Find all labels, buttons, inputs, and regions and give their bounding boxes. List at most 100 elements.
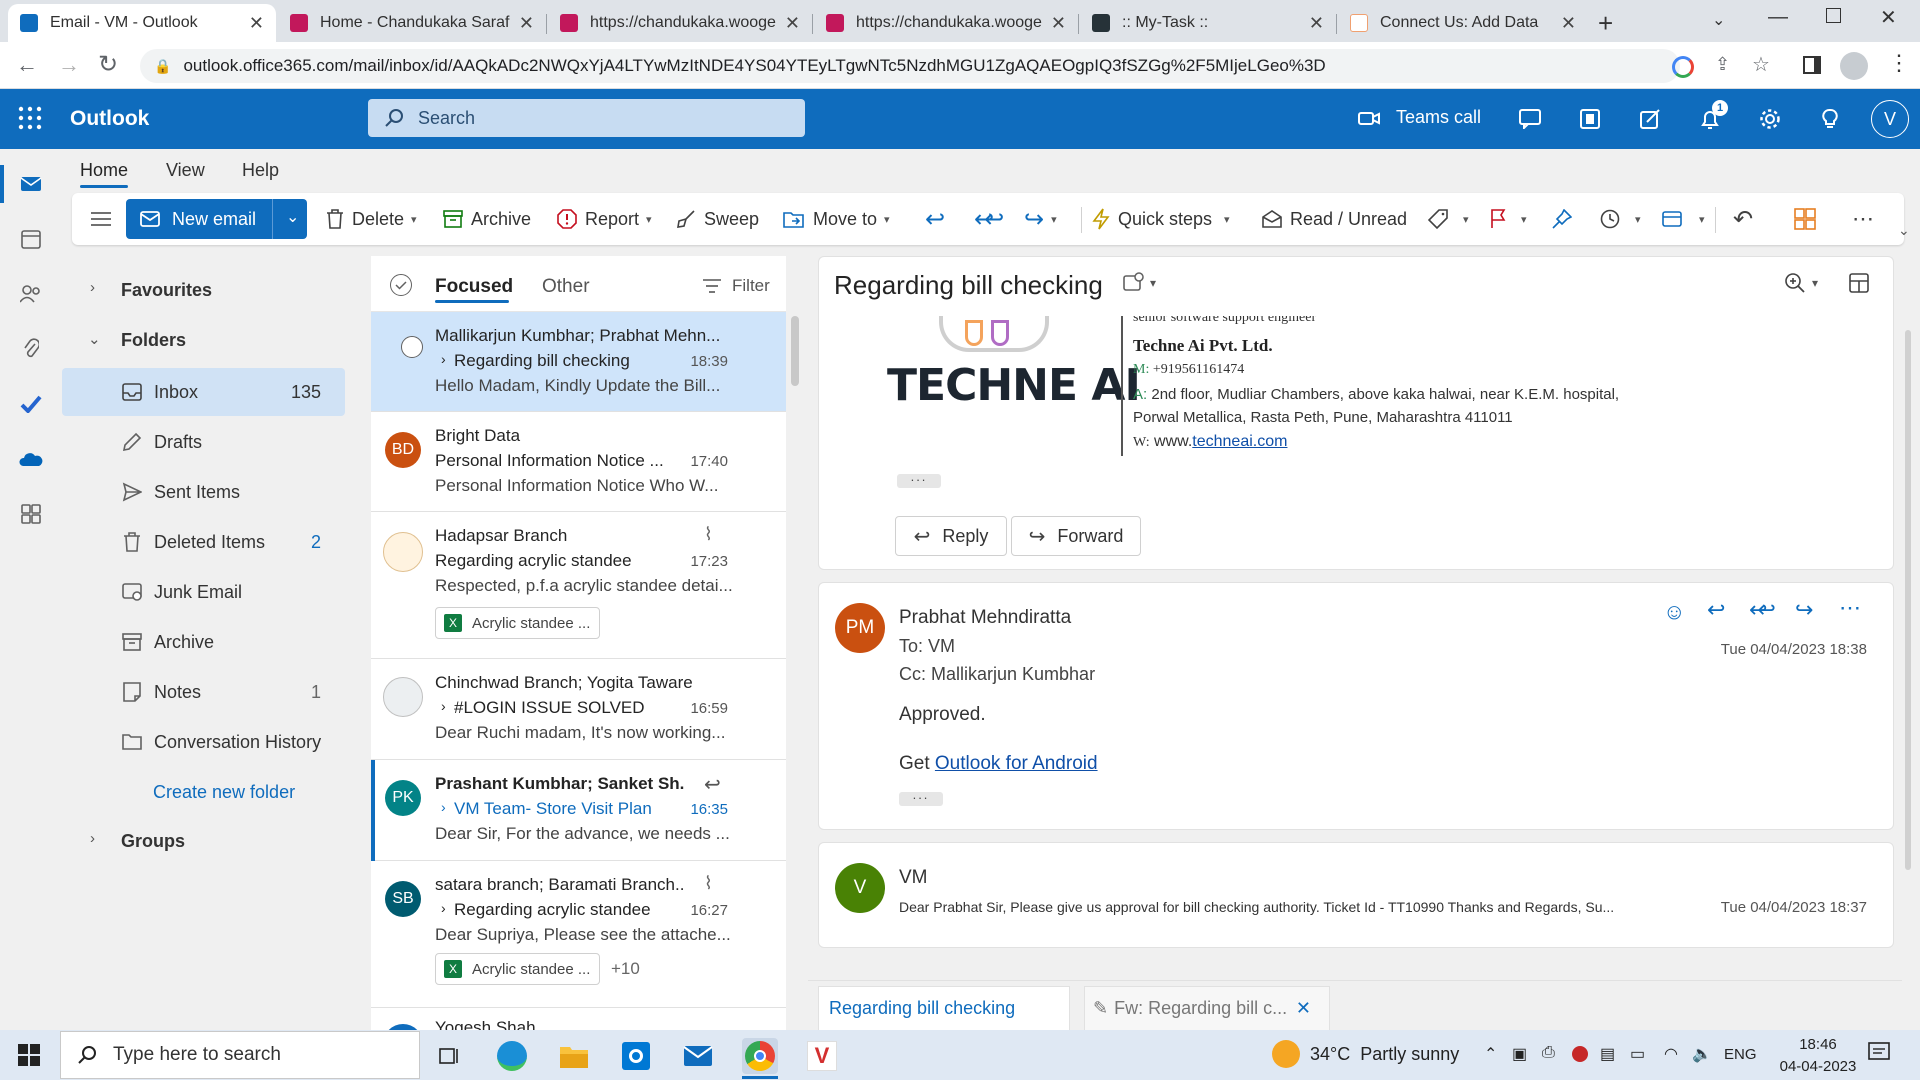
tab-focused[interactable]: Focused [435, 276, 513, 298]
taskbar-search-input[interactable]: Type here to search [60, 1031, 420, 1079]
browser-tab-outlook[interactable]: Email - VM - Outlook ✕ [8, 4, 276, 42]
add-ins-icon[interactable] [1794, 196, 1824, 242]
outlook-android-link[interactable]: Outlook for Android [935, 753, 1098, 774]
reading-pane-scrollbar[interactable] [1905, 330, 1911, 870]
tab-home[interactable]: Home [80, 160, 128, 181]
quick-steps-dropdown-icon[interactable]: ▾ [1224, 196, 1230, 242]
show-hidden-icons-icon[interactable]: ⌃ [1484, 1044, 1497, 1064]
weather-icon[interactable] [1272, 1040, 1300, 1068]
share-icon[interactable]: ⇪ [1715, 54, 1730, 75]
forward-icon[interactable]: ↪ ▾ [1024, 196, 1057, 242]
reply-icon[interactable]: ↩ [925, 196, 945, 242]
hamburger-menu-icon[interactable] [90, 196, 120, 242]
clock-date[interactable]: 04-04-2023 [1768, 1058, 1868, 1075]
browser-tab-6[interactable]: Connect Us: Add Data ✕ [1338, 4, 1588, 42]
message-item[interactable]: BD Bright Data Personal Information Noti… [371, 412, 786, 512]
onedrive-icon[interactable] [16, 444, 46, 474]
attachment-icon[interactable] [16, 334, 46, 364]
reply-button[interactable]: ↩ Reply [895, 516, 1007, 556]
browser-tab-3[interactable]: https://chandukaka.wooge ✕ [548, 4, 812, 42]
groups-header[interactable]: Groups [121, 831, 185, 852]
select-all-checkbox[interactable] [390, 274, 412, 296]
more-actions-icon[interactable]: ⋯ [1839, 595, 1861, 621]
close-draft-icon[interactable]: ✕ [1296, 998, 1311, 1019]
report-button[interactable]: Report ▾ [557, 196, 652, 242]
notification-center-icon[interactable] [1868, 1042, 1890, 1064]
store-icon[interactable] [618, 1038, 654, 1074]
read-unread-button[interactable]: Read / Unread [1262, 196, 1407, 242]
attachment-chip[interactable]: X Acrylic standee ... [435, 607, 600, 639]
message-item[interactable]: Chinchwad Branch; Yogita Taware › #LOGIN… [371, 659, 786, 760]
bookmark-star-icon[interactable]: ☆ [1752, 52, 1770, 77]
people-icon[interactable] [16, 279, 46, 309]
forward-icon[interactable]: ↪ [1795, 597, 1813, 623]
message-item[interactable]: SB satara branch; Baramati Branch... ⌇ ›… [371, 861, 786, 1008]
url-field[interactable]: 🔒 outlook.office365.com/mail/inbox/id/AA… [140, 49, 1680, 83]
message-item-selected[interactable]: Mallikarjun Kumbhar; Prabhat Mehn... › R… [371, 312, 786, 412]
folders-header[interactable]: Folders [121, 330, 186, 351]
teams-call-button[interactable]: Teams call [1358, 107, 1481, 128]
new-tab-button[interactable]: + [1598, 8, 1613, 39]
tray-security-icon[interactable] [1572, 1046, 1588, 1062]
file-explorer-icon[interactable] [556, 1038, 592, 1074]
compose-icon[interactable] [1630, 99, 1670, 139]
volume-icon[interactable]: 🔈 [1692, 1044, 1712, 1064]
profile-icon[interactable] [1840, 52, 1868, 80]
calendar-icon[interactable] [16, 224, 46, 254]
back-icon[interactable]: ← [16, 52, 38, 78]
close-window-button[interactable]: ✕ [1880, 5, 1897, 30]
favourites-header[interactable]: Favourites [121, 280, 212, 301]
folder-inbox[interactable]: Inbox 135 [62, 368, 345, 416]
folder-junk-email[interactable]: Junk Email [62, 568, 345, 616]
edge-browser-icon[interactable] [494, 1038, 530, 1074]
open-new-window-icon[interactable] [1848, 272, 1870, 294]
close-tab-icon[interactable]: ✕ [1561, 13, 1576, 34]
browser-tab-4[interactable]: https://chandukaka.wooge ✕ [814, 4, 1078, 42]
battery-icon[interactable]: ▭ [1630, 1044, 1645, 1064]
pin-icon[interactable] [1552, 196, 1580, 242]
google-icon[interactable] [1672, 56, 1694, 78]
folder-drafts[interactable]: Drafts [62, 418, 345, 466]
message-list-scrollbar[interactable] [791, 316, 799, 386]
new-email-button[interactable]: New email ⌄ [126, 199, 307, 239]
flag-icon[interactable]: ▾ [1490, 196, 1527, 242]
chat-icon[interactable] [1510, 99, 1550, 139]
browser-tab-2[interactable]: Home - Chandukaka Saraf ✕ [278, 4, 546, 42]
todo-check-icon[interactable] [16, 389, 46, 419]
ribbon-expand-chevron-icon[interactable]: ⌄ [1898, 222, 1910, 239]
new-email-dropdown-icon[interactable]: ⌄ [286, 207, 299, 227]
minimize-button[interactable]: — [1768, 6, 1788, 29]
mail-app-icon[interactable] [680, 1038, 716, 1074]
mail-icon[interactable] [16, 169, 46, 199]
forward-icon[interactable]: → [58, 52, 80, 78]
reply-all-icon[interactable]: ↩↩ [1749, 597, 1776, 623]
tab-search-chevron-icon[interactable]: ⌄ [1712, 10, 1725, 30]
tab-help[interactable]: Help [242, 160, 279, 181]
folder-sent-items[interactable]: Sent Items [62, 468, 345, 516]
folder-archive[interactable]: Archive [62, 618, 345, 666]
snooze-clock-icon[interactable]: ▾ [1600, 196, 1641, 242]
tray-device-icon[interactable]: ⎙ [1542, 1044, 1555, 1062]
zoom-icon[interactable]: ▾ [1784, 272, 1818, 294]
select-message-checkbox[interactable] [401, 336, 423, 358]
message-item[interactable]: Yogesh Shah [371, 1008, 786, 1030]
browser-menu-icon[interactable]: ⋮ [1888, 50, 1910, 76]
sender-name[interactable]: Prabhat Mehndiratta [899, 607, 1071, 629]
tab-other[interactable]: Other [542, 276, 590, 298]
forward-button[interactable]: ↪ Forward [1011, 516, 1141, 556]
message-item[interactable]: Hadapsar Branch ⌇ Regarding acrylic stan… [371, 512, 786, 659]
tray-display-icon[interactable]: ▤ [1600, 1044, 1615, 1064]
settings-gear-icon[interactable] [1750, 99, 1790, 139]
office-icon[interactable] [1570, 99, 1610, 139]
more-apps-icon[interactable] [16, 499, 46, 529]
sweep-button[interactable]: Sweep [676, 196, 759, 242]
more-options-icon[interactable]: ⋯ [1852, 196, 1874, 242]
attachment-chip[interactable]: X Acrylic standee ... [435, 953, 600, 985]
clock-time[interactable]: 18:46 [1786, 1036, 1850, 1053]
reload-icon[interactable]: ↻ [98, 50, 118, 79]
close-tab-icon[interactable]: ✕ [1051, 13, 1066, 34]
reply-all-icon[interactable]: ↩↩ [974, 196, 1004, 242]
language-indicator[interactable]: ENG [1724, 1046, 1757, 1063]
move-to-button[interactable]: Move to ▾ [783, 196, 890, 242]
task-view-icon[interactable] [432, 1038, 468, 1074]
